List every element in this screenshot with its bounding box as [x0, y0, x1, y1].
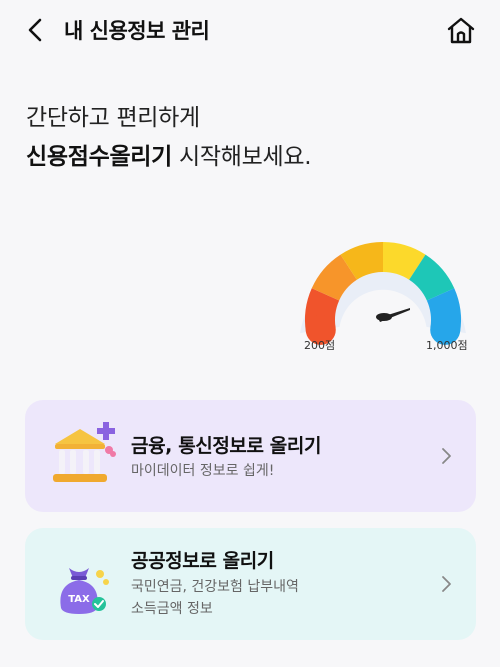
gauge-max-label: 1,000점: [426, 339, 468, 352]
hero-line-2: 신용점수올리기 시작해보세요.: [26, 137, 312, 171]
card-subtitle: 마이데이터 정보로 쉽게!: [131, 463, 275, 479]
hero-highlight: 신용점수올리기: [26, 144, 173, 170]
card-title: 공공정보로 올리기: [131, 550, 274, 572]
home-icon: [447, 17, 475, 44]
page-title: 내 신용정보 관리: [64, 19, 210, 43]
public-info-card[interactable]: TAX 공공정보로 올리기 국민연금, 건강보험 납부내역 소득금액 정보: [25, 528, 476, 640]
tax-label: TAX: [68, 594, 90, 605]
chevron-right-icon: [442, 448, 451, 464]
gauge-arc: [300, 242, 466, 345]
home-button[interactable]: [444, 14, 478, 48]
gauge-min-label: 200점: [304, 339, 336, 352]
app-header: 내 신용정보 관리: [0, 0, 500, 60]
gauge-needle-base: [376, 313, 392, 321]
card-title: 금융, 통신정보로 올리기: [131, 435, 322, 457]
back-button[interactable]: [22, 14, 52, 46]
credit-score-gauge: [300, 242, 466, 345]
hero-line-1: 간단하고 편리하게: [26, 105, 200, 131]
chevron-right-icon: [442, 576, 451, 592]
chevron-left-icon: [28, 18, 42, 42]
card-subtitle-line-2: 소득금액 정보: [131, 601, 213, 617]
bank-icon: [53, 422, 116, 482]
tax-bag-icon: TAX: [60, 568, 109, 614]
financial-telecom-card[interactable]: 금융, 통신정보로 올리기 마이데이터 정보로 쉽게!: [25, 400, 476, 512]
hero-line-2-rest: 시작해보세요.: [172, 144, 312, 170]
card-subtitle-line-1: 국민연금, 건강보험 납부내역: [131, 579, 299, 595]
